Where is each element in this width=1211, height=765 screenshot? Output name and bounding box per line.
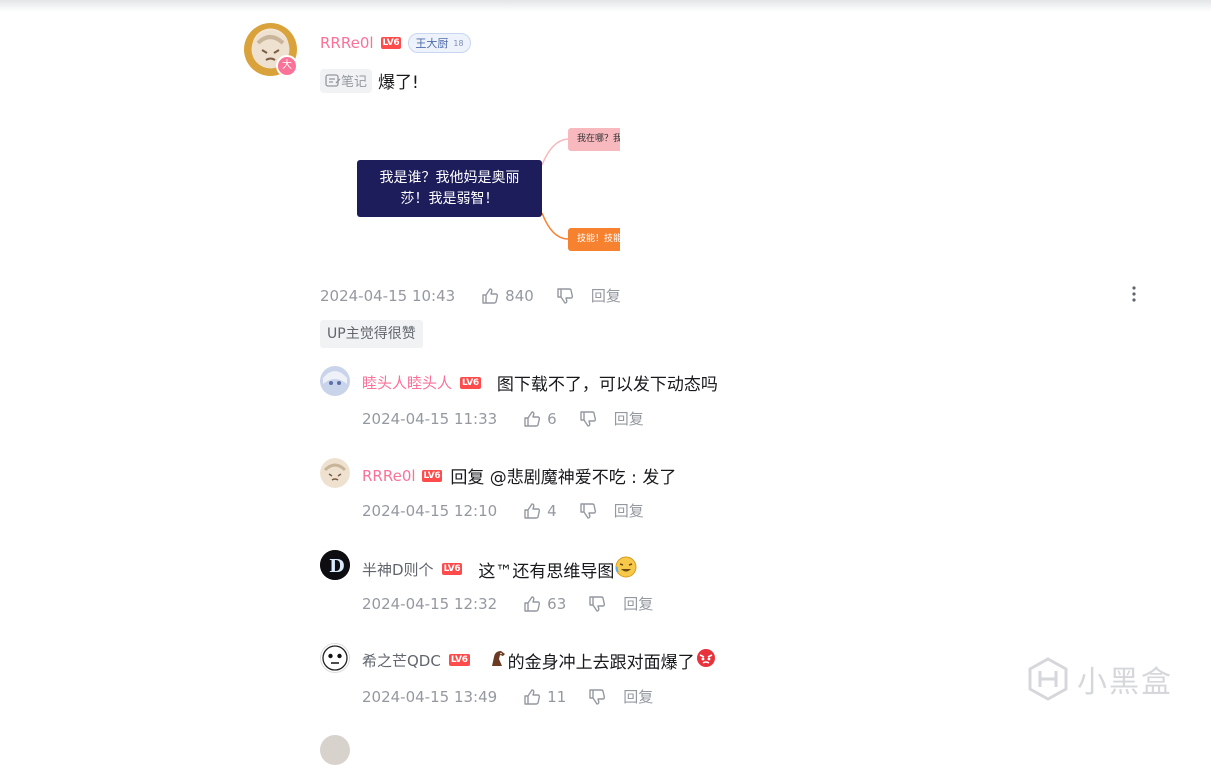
dislike-button[interactable] <box>588 688 606 706</box>
thumb-up-icon <box>482 287 499 304</box>
thumb-down-icon <box>580 410 596 427</box>
fan-medal-level: 18 <box>453 38 464 48</box>
like-button[interactable]: 4 <box>523 502 557 520</box>
thumb-down-icon <box>557 287 573 304</box>
reply-3-line: 半神D则个 LV6 这™还有思维导图 <box>362 555 638 583</box>
avatar-letter-d-icon: D <box>320 550 350 580</box>
fan-medal[interactable]: 王大厨 18 <box>408 33 471 53</box>
main-content-line: 笔记 爆了! <box>320 68 419 93</box>
fan-medal-name: 王大厨 <box>415 37 449 50</box>
reply-content: 图下载不了，可以发下动态吗 <box>496 375 718 395</box>
reply-2-line: RRRe0l LV6 回复 @悲剧魔神爱不吃 : 发了 <box>362 463 677 489</box>
dislike-button[interactable] <box>579 502 597 520</box>
reply-avatar[interactable]: D <box>320 550 350 580</box>
thumb-up-icon <box>524 595 541 612</box>
reply-button[interactable]: 回复 <box>623 686 653 707</box>
dislike-button[interactable] <box>579 410 597 428</box>
mindmap-branch-top: 我在哪？我 <box>568 128 620 151</box>
reply-content: 的金身冲上去跟对面爆了 <box>507 652 695 673</box>
reply-4-line: 希之芒QDC LV6 的金身冲上去跟对面爆了 <box>362 647 717 673</box>
reply-3-meta: 2024-04-15 12:32 63 回复 <box>362 593 653 614</box>
like-button[interactable]: 6 <box>523 410 557 428</box>
reply-4-meta: 2024-04-15 13:49 11 回复 <box>362 686 653 707</box>
dislike-button[interactable] <box>588 595 606 613</box>
reply-avatar[interactable] <box>320 366 350 396</box>
mindmap-image[interactable]: 我是谁？我他妈是奥丽莎！我是弱智！ 我在哪？我 技能！技能 <box>320 125 620 253</box>
reply-button[interactable]: 回复 <box>591 285 621 306</box>
more-options-icon[interactable] <box>1129 284 1139 309</box>
main-user-line: RRRe0l LV6 王大厨 18 <box>320 33 471 53</box>
reply-time: 2024-04-15 12:10 <box>362 501 498 520</box>
reply-avatar[interactable] <box>320 643 350 673</box>
note-icon <box>325 73 341 87</box>
svg-text:D: D <box>329 556 345 577</box>
up-liked-tag: UP主觉得很赞 <box>320 320 423 348</box>
angry-emoji-icon <box>695 647 717 673</box>
like-count: 11 <box>547 687 567 706</box>
dislike-button[interactable] <box>556 287 574 305</box>
avatar-anime-icon <box>320 366 350 396</box>
xiaoheihe-logo-icon <box>1028 657 1068 701</box>
like-count: 6 <box>547 409 557 428</box>
reply-2-meta: 2024-04-15 12:10 4 回复 <box>362 500 644 521</box>
reply-button[interactable]: 回复 <box>614 500 644 521</box>
like-button[interactable]: 11 <box>523 688 566 706</box>
reply-avatar-partial[interactable] <box>320 735 350 765</box>
thumb-up-icon <box>524 410 541 427</box>
main-content: 爆了! <box>378 73 419 93</box>
thumb-down-icon <box>580 502 596 519</box>
reply-username[interactable]: RRRe0l <box>362 467 416 485</box>
reply-username[interactable]: 睦头人睦头人 <box>362 372 452 393</box>
main-meta: 2024-04-15 10:43 840 回复 <box>320 285 621 306</box>
reply-username[interactable]: 半神D则个 <box>362 559 434 580</box>
note-label: 笔记 <box>341 75 368 90</box>
level-badge: LV6 <box>448 654 470 666</box>
reply-button[interactable]: 回复 <box>623 593 653 614</box>
like-button[interactable]: 840 <box>481 287 534 305</box>
main-username[interactable]: RRRe0l <box>320 34 374 52</box>
reply-content: 这™还有思维导图 <box>478 561 615 582</box>
thumb-up-icon <box>524 688 541 705</box>
avatar-sketch-face-icon <box>322 645 348 671</box>
note-tag[interactable]: 笔记 <box>320 68 373 93</box>
like-count: 840 <box>505 286 534 305</box>
reply-time: 2024-04-15 13:49 <box>362 687 498 706</box>
like-count: 63 <box>547 594 567 613</box>
reply-time: 2024-04-15 12:32 <box>362 594 498 613</box>
main-time: 2024-04-15 10:43 <box>320 286 456 305</box>
mindmap-branch-bottom: 技能！技能 <box>568 228 620 251</box>
thumb-up-icon <box>524 502 541 519</box>
reply-content: 回复 @悲剧魔神爱不吃 : 发了 <box>450 468 677 488</box>
level-badge: LV6 <box>421 469 443 482</box>
thumb-down-icon <box>589 688 606 705</box>
like-button[interactable]: 63 <box>523 595 566 613</box>
mindmap-center-text: 我是谁？我他妈是奥丽莎！我是弱智！ <box>379 169 520 207</box>
level-badge: LV6 <box>380 37 402 49</box>
avatar-face-icon <box>320 458 350 488</box>
mindmap-center-node: 我是谁？我他妈是奥丽莎！我是弱智！ <box>357 160 542 217</box>
watermark-text: 小黑盒 <box>1077 665 1173 700</box>
watermark: 小黑盒 <box>1027 657 1173 701</box>
laugh-cry-emoji-icon <box>614 555 638 583</box>
reply-avatar[interactable] <box>320 458 350 488</box>
thumb-down-icon <box>589 595 606 612</box>
like-count: 4 <box>547 501 557 520</box>
horse-emoji-icon <box>488 648 508 672</box>
level-badge: LV6 <box>460 376 481 389</box>
top-shadow <box>0 0 1211 12</box>
reply-button[interactable]: 回复 <box>614 408 644 429</box>
avatar-badge: 大 <box>276 55 298 77</box>
reply-time: 2024-04-15 11:33 <box>362 409 498 428</box>
reply-1-meta: 2024-04-15 11:33 6 回复 <box>362 408 644 429</box>
reply-username[interactable]: 希之芒QDC <box>362 650 441 671</box>
reply-1-line: 睦头人睦头人 LV6 图下载不了，可以发下动态吗 <box>362 370 718 395</box>
level-badge: LV6 <box>441 563 463 575</box>
